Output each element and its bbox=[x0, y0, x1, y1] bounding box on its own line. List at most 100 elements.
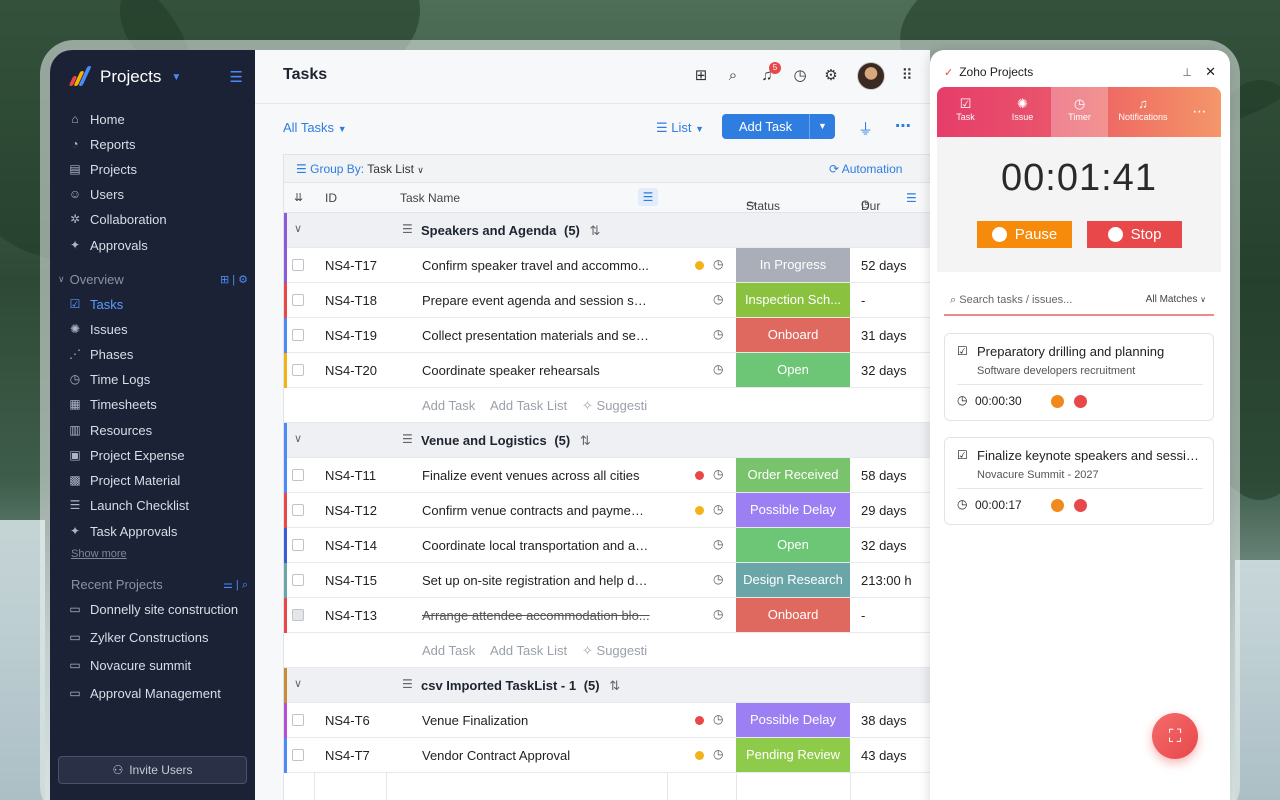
filter-search-icon[interactable]: ⚌ | ⌕ bbox=[223, 578, 248, 592]
row-checkbox[interactable] bbox=[292, 574, 304, 586]
task-name[interactable]: Prepare event agenda and session sch... bbox=[422, 293, 650, 308]
timer-icon[interactable]: ◷ bbox=[790, 66, 810, 86]
timer-icon[interactable]: ◷ bbox=[713, 747, 723, 761]
pause-icon[interactable] bbox=[1051, 395, 1064, 408]
task-id[interactable]: NS4-T13 bbox=[325, 608, 377, 623]
chevron-down-icon[interactable]: ∨ bbox=[294, 222, 302, 235]
apps-grid-icon[interactable]: ⠿ bbox=[897, 66, 917, 86]
timer-icon[interactable]: ◷ bbox=[713, 327, 723, 341]
column-task-name[interactable]: Task Name bbox=[400, 191, 460, 205]
recent-project-item[interactable]: ▭ Zylker Constructions bbox=[68, 626, 248, 648]
card-title[interactable]: Preparatory drilling and planning bbox=[977, 344, 1202, 359]
card-title[interactable]: Finalize keynote speakers and session... bbox=[977, 448, 1202, 463]
status-badge[interactable]: Possible Delay bbox=[736, 493, 850, 527]
pause-icon[interactable] bbox=[1051, 499, 1064, 512]
table-row[interactable]: NS4-T15 Set up on-site registration and … bbox=[284, 563, 930, 598]
row-checkbox[interactable] bbox=[292, 504, 304, 516]
sidebar-item-time-logs[interactable]: ◷ Time Logs bbox=[68, 368, 248, 390]
row-checkbox[interactable] bbox=[292, 714, 304, 726]
status-badge[interactable]: Design Research bbox=[736, 563, 850, 597]
timer-icon[interactable]: ◷ bbox=[713, 292, 723, 306]
chevron-down-icon[interactable]: ▼ bbox=[171, 72, 181, 83]
automation-link[interactable]: ⟳ Automation bbox=[829, 162, 902, 176]
sidebar-item-project-material[interactable]: ▩ Project Material bbox=[68, 469, 248, 491]
task-name[interactable]: Confirm venue contracts and payment... bbox=[422, 503, 650, 518]
add-column-icon[interactable]: ☰ bbox=[906, 191, 917, 205]
timer-icon[interactable]: ◷ bbox=[713, 467, 723, 481]
sidebar-item-phases[interactable]: ⋰ Phases bbox=[68, 343, 248, 365]
tab-timer[interactable]: ◷ Timer bbox=[1051, 87, 1108, 137]
sidebar-item-issues[interactable]: ✺ Issues bbox=[68, 318, 248, 340]
sidebar-item-projects[interactable]: ▤ Projects bbox=[68, 158, 248, 180]
sidebar-item-approvals[interactable]: ✦ Approvals bbox=[68, 234, 248, 256]
suggestions-link[interactable]: ✧ Suggesti bbox=[582, 398, 647, 414]
group-by-dropdown[interactable]: ☰ Group By: Task List ∨ bbox=[296, 162, 424, 176]
add-task-label[interactable]: Add Task bbox=[722, 114, 810, 139]
sidebar-item-task-approvals[interactable]: ✦ Task Approvals bbox=[68, 520, 248, 542]
status-badge[interactable]: Pending Review bbox=[736, 738, 850, 772]
timer-icon[interactable]: ◷ bbox=[713, 537, 723, 551]
task-id[interactable]: NS4-T14 bbox=[325, 538, 377, 553]
status-badge[interactable]: Open bbox=[736, 353, 850, 387]
close-icon[interactable]: ✕ bbox=[1205, 64, 1216, 80]
recent-project-item[interactable]: ▭ Donnelly site construction bbox=[68, 598, 248, 620]
status-badge[interactable]: Possible Delay bbox=[736, 703, 850, 737]
timer-icon[interactable]: ◷ bbox=[713, 712, 723, 726]
table-row[interactable]: NS4-T7 Vendor Contract Approval ◷ Pendin… bbox=[284, 738, 930, 773]
caret-down-icon[interactable]: ▼ bbox=[810, 114, 835, 139]
stop-button[interactable]: Stop bbox=[1087, 221, 1182, 248]
show-more-link[interactable]: Show more bbox=[71, 548, 127, 560]
table-row[interactable]: NS4-T6 Venue Finalization ◷ Possible Del… bbox=[284, 703, 930, 738]
sidebar-item-timesheets[interactable]: ▦ Timesheets bbox=[68, 393, 248, 415]
chevron-down-icon[interactable]: ∨ bbox=[294, 677, 302, 690]
app-title[interactable]: Projects bbox=[100, 67, 161, 87]
task-name[interactable]: Set up on-site registration and help de.… bbox=[422, 573, 650, 588]
sidebar-item-home[interactable]: ⌂ Home bbox=[68, 108, 248, 130]
task-id[interactable]: NS4-T18 bbox=[325, 293, 377, 308]
table-row[interactable]: NS4-T13 Arrange attendee accommodation b… bbox=[284, 598, 930, 633]
table-row[interactable]: NS4-T11 Finalize event venues across all… bbox=[284, 458, 930, 493]
bell-icon[interactable]: ♫ 5 bbox=[757, 62, 781, 86]
recent-project-item[interactable]: ▭ Approval Management bbox=[68, 682, 248, 704]
view-list-dropdown[interactable]: ☰ List ▼ bbox=[656, 120, 704, 136]
search-input[interactable]: ⌕ Search tasks / issues... All Matches ∨ bbox=[944, 290, 1214, 316]
sidebar-item-reports[interactable]: ◔ Reports bbox=[68, 133, 248, 155]
pause-button[interactable]: Pause bbox=[977, 221, 1072, 248]
row-checkbox[interactable] bbox=[292, 609, 304, 621]
add-icon[interactable]: ⊞ bbox=[691, 66, 711, 86]
column-id[interactable]: ID bbox=[325, 191, 337, 205]
status-badge[interactable]: Onboard bbox=[736, 598, 850, 632]
sidebar-item-launch-checklist[interactable]: ☰ Launch Checklist bbox=[68, 494, 248, 516]
add-task-button[interactable]: Add Task ▼ bbox=[722, 114, 835, 139]
column-settings-icon[interactable]: ☰ bbox=[638, 188, 658, 206]
invite-users-button[interactable]: ⚇ Invite Users bbox=[58, 756, 247, 784]
row-checkbox[interactable] bbox=[292, 329, 304, 341]
sidebar-item-users[interactable]: ☺ Users bbox=[68, 183, 248, 205]
screen-capture-button[interactable]: ⛶ bbox=[1152, 713, 1198, 759]
search-icon[interactable]: ⌕ bbox=[723, 66, 743, 86]
table-row[interactable]: NS4-T20 Coordinate speaker rehearsals ◷ … bbox=[284, 353, 930, 388]
timer-card[interactable]: ☑ Finalize keynote speakers and session.… bbox=[944, 437, 1214, 525]
tab-task[interactable]: ☑ Task bbox=[937, 87, 994, 137]
timer-icon[interactable]: ◷ bbox=[713, 257, 723, 271]
timer-card[interactable]: ☑ Preparatory drilling and planning Soft… bbox=[944, 333, 1214, 421]
row-checkbox[interactable] bbox=[292, 294, 304, 306]
sidebar-item-project-expense[interactable]: ▣ Project Expense bbox=[68, 444, 248, 466]
all-tasks-dropdown[interactable]: All Tasks ▼ bbox=[283, 120, 347, 135]
pin-icon[interactable]: ⊥ bbox=[1182, 66, 1192, 79]
avatar[interactable] bbox=[857, 62, 885, 90]
chevron-down-icon[interactable]: ∨ bbox=[294, 432, 302, 445]
task-name[interactable]: Vendor Contract Approval bbox=[422, 748, 650, 763]
gear-icon[interactable]: ⚙ bbox=[821, 66, 841, 86]
more-options-icon[interactable]: ⋯ bbox=[895, 116, 911, 136]
overview-section-header[interactable]: ∨ Overview ⊞ | ⚙ bbox=[58, 272, 248, 287]
sidebar-item-resources[interactable]: ▥ Resources bbox=[68, 419, 248, 441]
table-row[interactable]: NS4-T17 Confirm speaker travel and accom… bbox=[284, 248, 930, 283]
task-name[interactable]: Finalize event venues across all cities bbox=[422, 468, 650, 483]
add-icon[interactable]: ⊞ | ⚙ bbox=[220, 273, 248, 286]
status-badge[interactable]: Order Received bbox=[736, 458, 850, 492]
task-id[interactable]: NS4-T17 bbox=[325, 258, 377, 273]
more-tabs-icon[interactable]: ⋯ bbox=[1178, 87, 1221, 137]
add-task-list-link[interactable]: Add Task List bbox=[490, 643, 567, 658]
task-name[interactable]: Coordinate speaker rehearsals bbox=[422, 363, 650, 378]
